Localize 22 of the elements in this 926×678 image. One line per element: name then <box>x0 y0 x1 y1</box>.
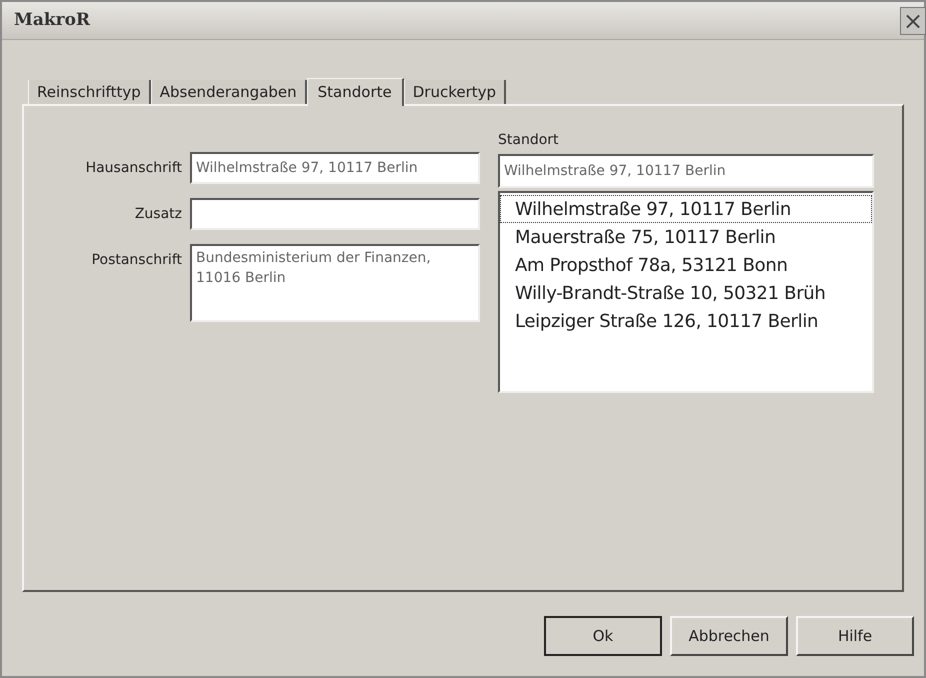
tab[interactable]: Druckertyp <box>404 80 506 104</box>
list-item[interactable]: Leipziger Straße 126, 10117 Berlin <box>500 307 872 335</box>
list-item[interactable]: Wilhelmstraße 97, 10117 Berlin <box>500 195 872 223</box>
input-field[interactable] <box>190 198 480 230</box>
list-item[interactable]: Mauerstraße 75, 10117 Berlin <box>500 223 872 251</box>
standort-label: Standort <box>498 131 560 150</box>
field-label: Hausanschrift <box>84 159 182 178</box>
field-label: Postanschrift <box>90 251 182 270</box>
input-field[interactable]: Bundesministerium der Finanzen, 11016 Berlin <box>190 244 480 322</box>
dialog-button[interactable]: Hilfe <box>796 616 914 656</box>
input-field[interactable]: Wilhelmstraße 97, 10117 Berlin <box>190 152 480 184</box>
list-item[interactable]: Am Propsthof 78a, 53121 Bonn <box>500 251 872 279</box>
tab[interactable]: Standorte <box>306 78 404 106</box>
dialog-button[interactable]: Ok <box>544 616 662 656</box>
standort-field[interactable]: Wilhelmstraße 97, 10117 Berlin <box>498 154 874 188</box>
close-button[interactable]: × <box>900 6 926 34</box>
list-item[interactable]: Willy-Brandt-Straße 10, 50321 Brüh <box>500 279 872 307</box>
dialog-button[interactable]: Abbrechen <box>670 616 788 656</box>
window-title: MakroR <box>14 8 90 32</box>
field-label: Zusatz <box>134 205 182 224</box>
tab[interactable]: Reinschrifttyp <box>28 80 151 104</box>
tab[interactable]: Absenderangaben <box>150 80 307 104</box>
